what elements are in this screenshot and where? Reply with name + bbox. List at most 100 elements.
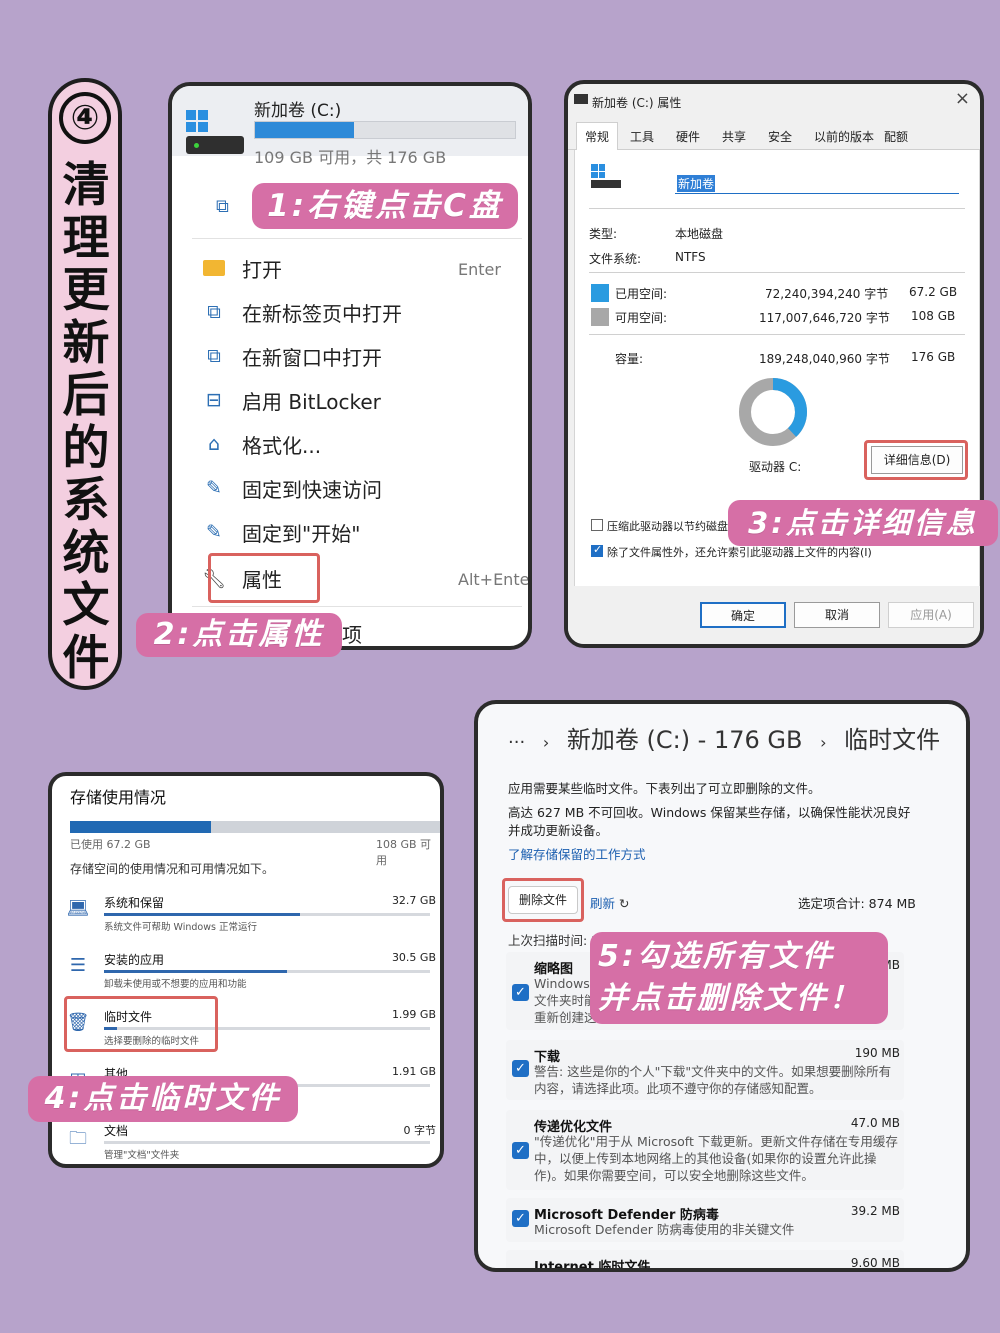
- item-size: 47.0 MB: [850, 1116, 900, 1130]
- menu-item-bitlocker[interactable]: ⊟ 启用 BitLocker: [202, 380, 381, 420]
- refresh-button[interactable]: 刷新 ↻: [590, 893, 629, 912]
- divider: [589, 272, 965, 273]
- title-banner: ④ 清理更新后的系统文件: [48, 78, 122, 690]
- free-color-swatch: [591, 308, 609, 326]
- storage-row-system[interactable]: 💻︎ 系统和保留 32.7 GB 系统文件可帮助 Windows 正常运行: [66, 894, 436, 940]
- index-checkbox[interactable]: [591, 543, 603, 557]
- highlight-properties: [208, 553, 320, 603]
- pin-start-icon: ✎: [206, 521, 222, 543]
- apply-button[interactable]: 应用(A): [888, 602, 974, 628]
- callout-step5-line2: 并点击删除文件！: [598, 981, 862, 1016]
- breadcrumb: ··· › 新加卷 (C:) - 176 GB › 临时文件: [508, 720, 940, 755]
- temp-item-downloads[interactable]: ✓ 下载 190 MB 警告: 这些是你的个人"下载"文件夹中的文件。如果想要删…: [506, 1040, 904, 1100]
- laptop-icon: 💻︎: [66, 898, 90, 919]
- cancel-button[interactable]: 取消: [794, 602, 880, 628]
- drive-header[interactable]: 新加卷 (C:) 109 GB 可用，共 176 GB: [172, 86, 528, 167]
- folder-icon: [202, 256, 226, 280]
- menu-item-pin-quick-access[interactable]: ✎ 固定到快速访问: [202, 468, 382, 508]
- tab-previous-versions[interactable]: 以前的版本: [814, 128, 874, 145]
- breadcrumb-page: 临时文件: [844, 726, 941, 754]
- chevron-right-icon: ›: [820, 733, 827, 752]
- menu-divider: [192, 606, 522, 607]
- temp-item-defender[interactable]: ✓ Microsoft Defender 防病毒 39.2 MB Microso…: [506, 1198, 904, 1242]
- temp-item-delivery-optimization[interactable]: ✓ 传递优化文件 47.0 MB "传递优化"用于从 Microsoft 下载更…: [506, 1110, 904, 1190]
- tab-security[interactable]: 安全: [768, 128, 792, 145]
- format-icon: ⌂: [207, 433, 221, 455]
- tab-tools[interactable]: 工具: [630, 128, 654, 145]
- tab-bar: 常规 工具 硬件 共享 安全 以前的版本 配额: [568, 122, 980, 150]
- close-icon[interactable]: ×: [955, 88, 970, 109]
- apps-list-icon: ☰: [69, 955, 87, 976]
- callout-step3: 3:点击详细信息: [728, 500, 998, 546]
- item-desc: Microsoft Defender 防病毒使用的非关键文件: [534, 1222, 795, 1237]
- free-label: 可用空间:: [615, 311, 668, 325]
- tab-hardware[interactable]: 硬件: [676, 128, 700, 145]
- callout-step4: 4:点击临时文件: [28, 1076, 298, 1122]
- menu-item-label: 在新标签页中打开: [242, 301, 402, 326]
- thumbnails-checkbox[interactable]: ✓: [512, 984, 529, 1001]
- drive-name: 新加卷 (C:): [254, 101, 342, 121]
- menu-item-open-new-tab[interactable]: ⧉ 在新标签页中打开: [202, 292, 402, 332]
- divider: [589, 208, 965, 209]
- more-icon[interactable]: ···: [508, 732, 525, 753]
- temp-intro: 应用需要某些临时文件。下表列出了可立即删除的文件。: [508, 781, 821, 796]
- tab-sharing[interactable]: 共享: [722, 128, 746, 145]
- learn-more-link[interactable]: 了解存储保留的工作方式: [508, 844, 646, 863]
- menu-item-label: 项: [342, 622, 362, 647]
- context-menu-panel: 新加卷 (C:) 109 GB 可用，共 176 GB ⧉ 打开 Enter ⧉…: [168, 82, 532, 650]
- windows-logo-icon: [186, 110, 208, 132]
- title-text: 清理更新后的系统文件: [62, 158, 110, 686]
- reserved-line2: 并成功更新设备。: [508, 823, 609, 838]
- menu-item-open[interactable]: 打开: [202, 248, 282, 288]
- menu-item-label: 固定到"开始": [242, 521, 361, 546]
- menu-item-open-new-window[interactable]: ⧉ 在新窗口中打开: [202, 336, 382, 376]
- compress-label: 压缩此驱动器以节约磁盘: [607, 520, 728, 533]
- reserved-line1: 高达 627 MB 不可回收。Windows 保留某些存储，以确保性能状况良好: [508, 805, 911, 820]
- volume-name-input[interactable]: 新加卷: [675, 172, 959, 194]
- storage-row-documents[interactable]: 🗀︎ 文档 0 字节 管理"文档"文件夹: [66, 1122, 436, 1164]
- step-number: ④: [59, 92, 111, 144]
- row-bar: [104, 913, 430, 916]
- temp-item-internet[interactable]: ✓ Internet 临时文件 9.60 MB: [506, 1250, 904, 1272]
- ok-button[interactable]: 确定: [700, 602, 786, 628]
- compress-checkbox[interactable]: [591, 519, 603, 531]
- row-size: 1.99 GB: [391, 1008, 436, 1021]
- tab-quota[interactable]: 配额: [884, 128, 908, 145]
- refresh-icon: ↻: [619, 896, 630, 911]
- drive-free-space: 109 GB 可用，共 176 GB: [254, 148, 447, 167]
- breadcrumb-drive[interactable]: 新加卷 (C:) - 176 GB: [567, 726, 803, 754]
- item-name: Internet 临时文件: [534, 1260, 651, 1272]
- copy-icon[interactable]: ⧉: [216, 196, 236, 218]
- used-label: 已用空间:: [615, 287, 668, 301]
- menu-item-format[interactable]: ⌂ 格式化...: [202, 424, 321, 464]
- dialog-title: 新加卷 (C:) 属性: [592, 96, 682, 110]
- drive-icon: [186, 136, 244, 154]
- storage-row-apps[interactable]: ☰ 安装的应用 30.5 GB 卸载未使用或不想要的应用和功能: [66, 951, 436, 997]
- type-label: 类型:: [589, 227, 618, 241]
- callout-step2: 2:点击属性: [136, 613, 342, 657]
- drive-label: 驱动器 C:: [749, 460, 802, 474]
- capacity-gb: 176 GB: [911, 350, 956, 364]
- chevron-right-icon: ›: [542, 733, 550, 752]
- row-size: 1.91 GB: [391, 1065, 436, 1078]
- properties-dialog: 新加卷 (C:) 属性 × 常规 工具 硬件 共享 安全 以前的版本 配额 新加…: [564, 80, 984, 648]
- row-name: 系统和保留: [104, 896, 165, 910]
- callout-step5-line1: 5:勾选所有文件: [598, 939, 835, 974]
- menu-item-pin-start[interactable]: ✎ 固定到"开始": [202, 512, 360, 552]
- row-desc: 卸载未使用或不想要的应用和功能: [104, 979, 247, 990]
- storage-desc: 存储空间的使用情况和可用情况如下。: [70, 862, 275, 876]
- callout-step1: 1:右键点击C盘: [252, 183, 518, 229]
- defender-checkbox[interactable]: ✓: [512, 1210, 529, 1227]
- internet-checkbox[interactable]: ✓: [512, 1268, 529, 1272]
- item-size: 39.2 MB: [850, 1204, 900, 1218]
- delivery-optimization-checkbox[interactable]: ✓: [512, 1142, 529, 1159]
- menu-item-label: 固定到快速访问: [242, 477, 382, 502]
- dialog-footer: 确定 取消 应用(A): [568, 586, 980, 644]
- capacity-label: 容量:: [615, 352, 644, 366]
- menu-item-more[interactable]: 项: [342, 613, 362, 647]
- storage-free: 108 GB 可用: [376, 838, 432, 867]
- tab-general[interactable]: 常规: [576, 122, 619, 150]
- row-bar: [104, 970, 430, 973]
- downloads-checkbox[interactable]: ✓: [512, 1060, 529, 1077]
- item-size: 190 MB: [854, 1046, 900, 1060]
